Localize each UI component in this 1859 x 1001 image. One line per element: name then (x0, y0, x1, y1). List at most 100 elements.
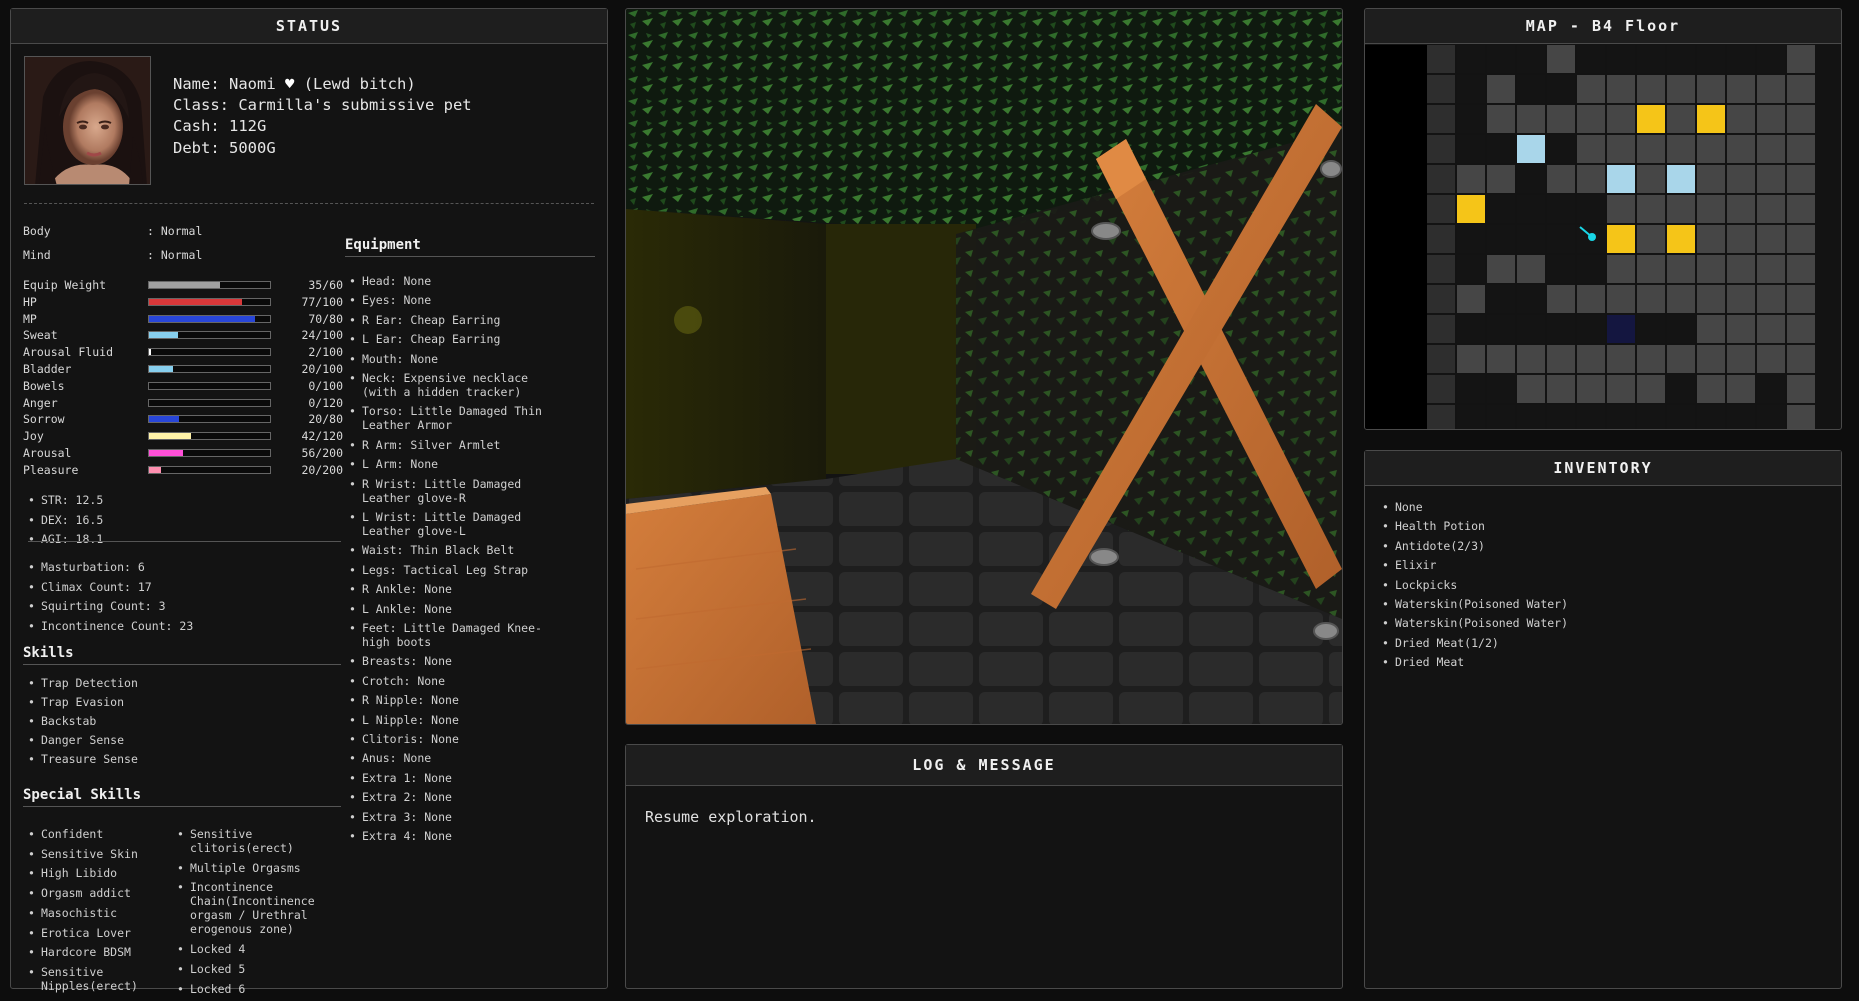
map-cell (1757, 285, 1785, 313)
map-cell (1757, 195, 1785, 223)
map-cell (1517, 45, 1545, 73)
map-cell (1667, 405, 1695, 429)
attribute-item: STR: 12.5 (28, 493, 103, 507)
stat-bar-label: MP (23, 311, 37, 326)
special-skill-item: Confident (28, 827, 103, 841)
special-skill-item: Masochistic (28, 906, 117, 920)
map-cell (1727, 405, 1755, 429)
skill-item: Treasure Sense (28, 752, 138, 766)
map-cell (1547, 75, 1575, 103)
stat-bar-row: Anger 0/120 (23, 396, 343, 412)
map-cell (1757, 45, 1785, 73)
map-cell (1517, 285, 1545, 313)
map-cell (1517, 165, 1545, 193)
equipment-item: L Nipple: None (349, 713, 459, 727)
stat-bar-row: Joy 42/120 (23, 429, 343, 445)
count-item: Climax Count: 17 (28, 580, 152, 594)
stat-bar-row: Arousal Fluid 2/100 (23, 345, 343, 361)
inventory-item: Antidote(2/3) (1382, 539, 1485, 553)
special-skill-item: Sensitive Skin (28, 847, 138, 861)
map-cell (1547, 375, 1575, 403)
special-skill-item: Locked 4 (177, 942, 245, 956)
map-cell (1667, 345, 1695, 373)
mind-row: Mind : Normal (23, 248, 203, 262)
special-skill-item: Sensitiveclitoris(erect) (177, 827, 294, 855)
stat-bar-row: Sweat 24/100 (23, 328, 343, 344)
map-cell (1547, 255, 1575, 283)
equipment-item: Crotch: None (349, 674, 445, 688)
map-cell (1427, 105, 1455, 133)
character-name: Name: Naomi ♥ (Lewd bitch) (173, 75, 416, 93)
stat-bar-value: 20/80 (308, 412, 343, 427)
map-cell (1457, 315, 1485, 343)
map-cell (1607, 135, 1635, 163)
equipment-item: Head: None (349, 274, 431, 288)
stat-bar-label: Joy (23, 429, 44, 444)
stat-bar-value: 24/100 (301, 328, 343, 343)
log-title: LOG & MESSAGE (626, 745, 1342, 786)
skill-item: Backstab (28, 714, 96, 728)
inventory-panel: INVENTORY None Health Potion Antidote(2/3)… (1364, 450, 1842, 989)
map-cell (1547, 135, 1575, 163)
map-cell (1487, 45, 1515, 73)
map-cell (1427, 45, 1455, 73)
skills-title: Skills (23, 645, 341, 665)
map-cell (1487, 105, 1515, 133)
map-cell (1577, 315, 1605, 343)
stat-bar-value: 42/120 (301, 429, 343, 444)
map-cell (1517, 315, 1545, 343)
map-cell (1697, 195, 1725, 223)
equipment-item: Clitoris: None (349, 732, 459, 746)
equipment-item: Mouth: None (349, 352, 438, 366)
stat-bar-fill (149, 416, 180, 423)
map-cell (1637, 45, 1665, 73)
dungeon-scene (626, 9, 1342, 724)
map-cell (1697, 165, 1725, 193)
map-cell (1757, 135, 1785, 163)
map-cell (1547, 285, 1575, 313)
map-cell (1517, 195, 1545, 223)
map-panel[interactable]: MAP - B4 Floor (1364, 8, 1842, 430)
stat-bar (148, 365, 271, 373)
map-border (1365, 45, 1427, 429)
dungeon-viewport[interactable] (625, 8, 1343, 725)
map-cell (1757, 345, 1785, 373)
character-cash: Cash: 112G (173, 117, 267, 135)
equipment-item: Waist: Thin Black Belt (349, 543, 514, 557)
equipment-item: L Ankle: None (349, 602, 452, 616)
map-cell (1667, 105, 1695, 133)
special-skill-item: Hardcore BDSM (28, 945, 131, 959)
map-cell (1787, 75, 1815, 103)
map-cell (1787, 165, 1815, 193)
map-cell (1607, 345, 1635, 373)
stat-bar-value: 0/100 (308, 378, 343, 393)
map-cell (1427, 195, 1455, 223)
map-cell (1727, 165, 1755, 193)
map-cell (1517, 105, 1545, 133)
map-cell (1427, 315, 1455, 343)
map-grid[interactable] (1427, 45, 1842, 430)
equipment-item: Extra 4: None (349, 829, 452, 843)
map-cell (1577, 345, 1605, 373)
stat-bar-fill (149, 282, 220, 288)
stat-bar-value: 20/100 (301, 362, 343, 376)
map-cell (1667, 375, 1695, 403)
stat-bar-label: Arousal Fluid (23, 345, 114, 360)
stat-bar-label: Pleasure (23, 462, 79, 477)
map-cell (1727, 255, 1755, 283)
map-cell (1637, 225, 1665, 253)
stat-bar-label: Bladder (23, 362, 72, 376)
character-portrait (24, 56, 151, 185)
map-cell (1697, 405, 1725, 429)
map-cell (1727, 225, 1755, 253)
map-cell (1727, 195, 1755, 223)
map-cell (1757, 255, 1785, 283)
map-cell (1667, 195, 1695, 223)
stat-bar-fill (149, 349, 152, 356)
equipment-item: R Wrist: Little DamagedLeather glove-R (349, 477, 521, 505)
equipment-item: Anus: None (349, 751, 431, 765)
stat-bar-fill (149, 315, 255, 322)
map-cell (1427, 75, 1455, 103)
stat-bar-fill (149, 332, 179, 339)
character-class: Class: Carmilla's submissive pet (173, 96, 472, 114)
